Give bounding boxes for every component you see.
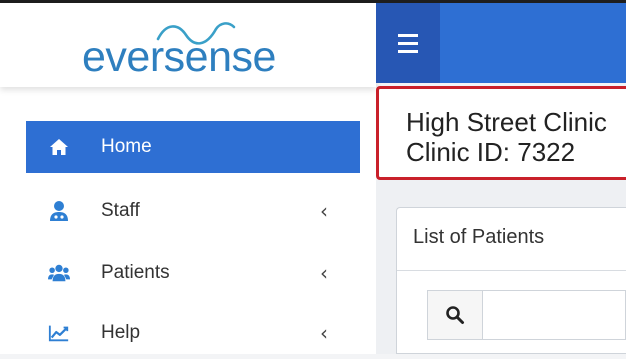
eversense-logo[interactable]: eversense xyxy=(82,17,322,81)
clinic-id: Clinic ID: 7322 xyxy=(406,137,576,167)
panel-divider xyxy=(397,270,626,271)
sidebar-item-help[interactable]: Help ‹ xyxy=(26,307,360,359)
home-icon xyxy=(48,136,70,158)
sidebar-item-patients[interactable]: Patients ‹ xyxy=(26,247,360,299)
sidebar-item-label: Patients xyxy=(101,262,170,283)
chevron-left-icon[interactable]: ‹ xyxy=(320,199,328,223)
sidebar-item-home[interactable]: Home xyxy=(26,121,360,173)
sidebar-item-staff[interactable]: Staff ‹ xyxy=(26,185,360,237)
search-input[interactable] xyxy=(483,290,626,340)
search-icon xyxy=(446,306,464,324)
clinic-info-box: High Street Clinic Clinic ID: 7322 xyxy=(376,86,626,180)
sidebar-item-label: Help xyxy=(101,322,141,343)
logo-text: eversense xyxy=(82,33,276,81)
users-icon xyxy=(48,262,70,284)
sidebar-item-label: Home xyxy=(101,136,152,157)
hamburger-icon[interactable] xyxy=(376,3,440,83)
sidebar: eversense Home Staff ‹ Patients ‹ Help ‹ xyxy=(0,3,376,354)
logo-area: eversense xyxy=(0,3,376,87)
chevron-left-icon[interactable]: ‹ xyxy=(320,321,328,345)
search-button[interactable] xyxy=(427,290,483,340)
staff-icon xyxy=(48,200,70,222)
chevron-left-icon[interactable]: ‹ xyxy=(320,261,328,285)
patients-panel: List of Patients xyxy=(396,207,626,354)
panel-title: List of Patients xyxy=(413,226,545,248)
clinic-name: High Street Clinic xyxy=(406,107,607,137)
chart-line-icon xyxy=(48,322,70,344)
top-header xyxy=(376,3,626,83)
sidebar-item-label: Staff xyxy=(101,200,140,221)
